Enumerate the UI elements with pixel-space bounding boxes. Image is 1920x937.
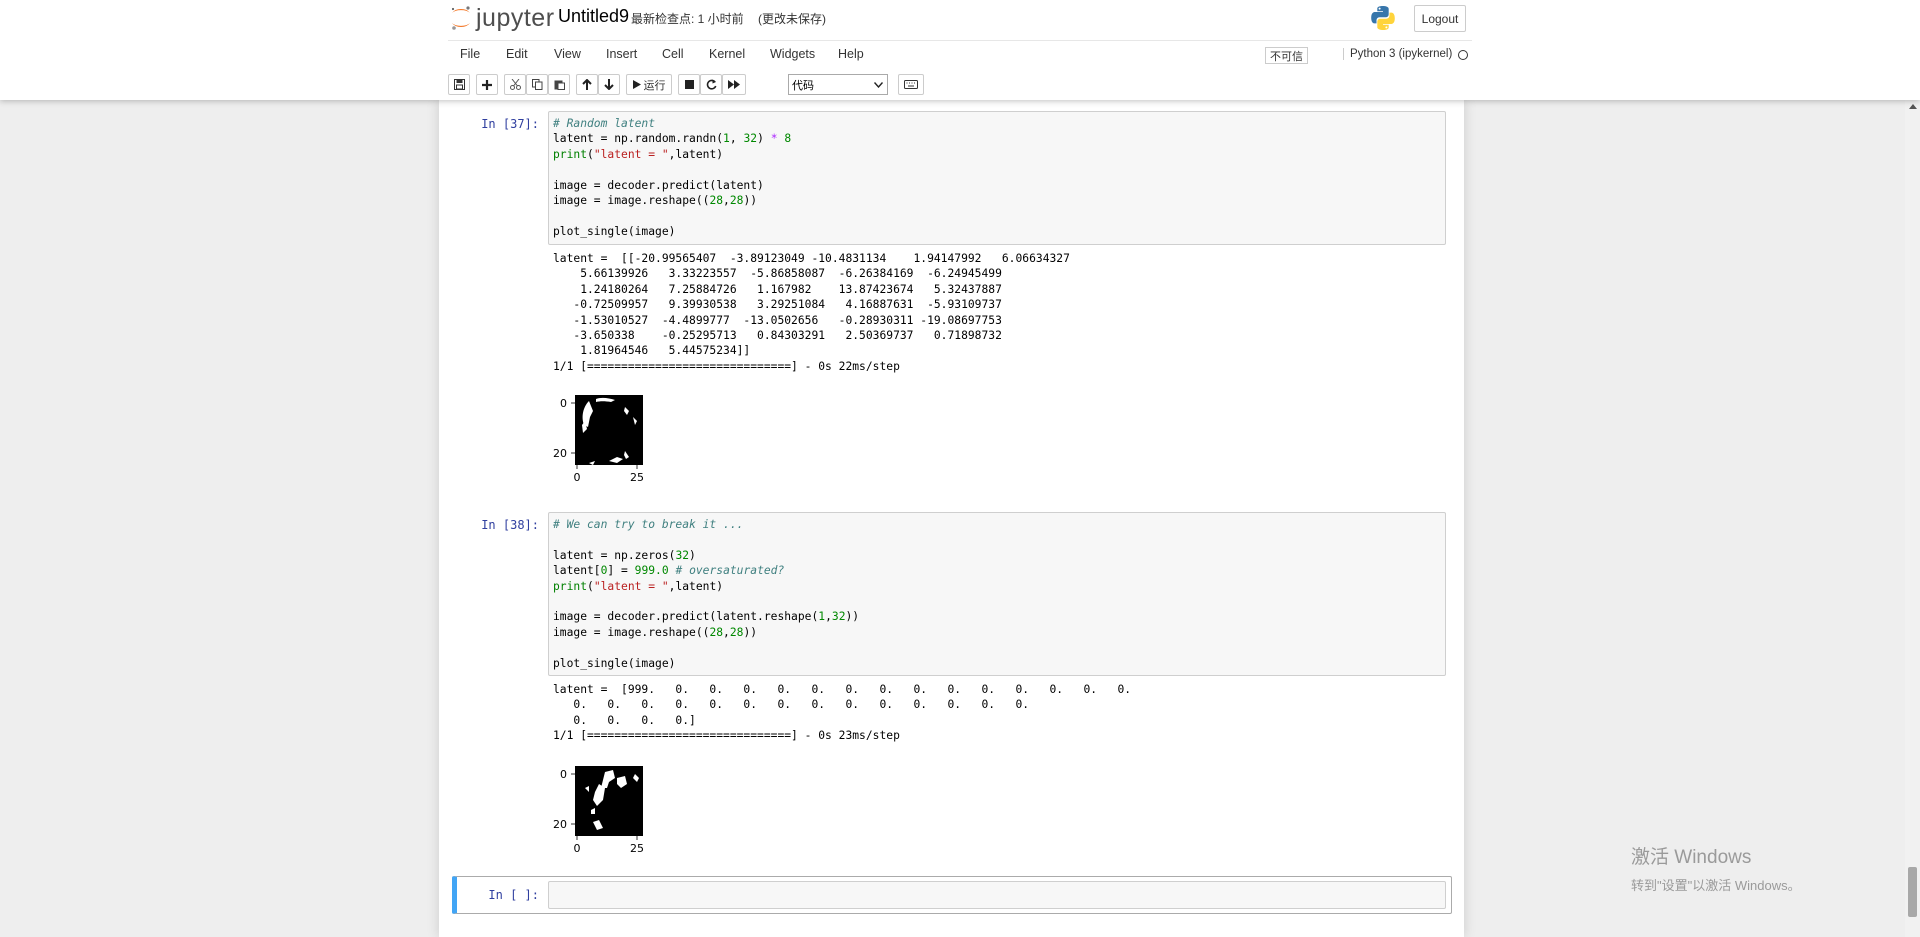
python-logo-icon <box>1371 6 1395 30</box>
x-tick-label: 0 <box>574 842 581 855</box>
cut-button[interactable] <box>504 74 526 95</box>
menu-view[interactable]: View <box>554 47 581 61</box>
windows-activation-watermark: 激活 Windows 转到"设置"以激活 Windows。 <box>1631 842 1801 894</box>
page-scrollbar[interactable] <box>1905 100 1920 937</box>
x-tick-label: 25 <box>630 471 643 484</box>
menu-cell[interactable]: Cell <box>662 47 684 61</box>
empty-code-cell-input[interactable] <box>548 881 1446 909</box>
cell-type-select[interactable]: 代码 <box>788 74 888 95</box>
run-label: 运行 <box>643 79 666 92</box>
interrupt-button[interactable] <box>678 74 700 95</box>
watermark-title: 激活 Windows <box>1631 847 1752 868</box>
y-tick-label: 0 <box>560 397 567 410</box>
restart-button[interactable] <box>700 74 722 95</box>
arrow-up-icon <box>582 79 592 90</box>
menu-widgets[interactable]: Widgets <box>770 47 815 61</box>
checkpoint-status: 最新检查点: 1 小时前 <box>631 12 744 26</box>
toolbar: 运行 代码 <box>448 72 1472 98</box>
y-tick-label: 0 <box>560 768 567 781</box>
command-palette-button[interactable] <box>898 74 924 95</box>
cell-output: latent = [999. 0. 0. 0. 0. 0. 0. 0. 0. 0… <box>553 683 1132 743</box>
plot-image: 0 20 0 25 <box>553 395 643 484</box>
notebook-name[interactable]: Untitled9 <box>558 6 629 27</box>
watermark-subtitle: 转到"设置"以激活 Windows。 <box>1631 878 1801 893</box>
menu-kernel[interactable]: Kernel <box>709 47 745 61</box>
menu-edit[interactable]: Edit <box>506 47 528 61</box>
code-cell-input[interactable]: # Random latent latent = np.random.randn… <box>548 111 1446 245</box>
kernel-idle-indicator-icon <box>1458 50 1468 60</box>
autosave-status: (更改未保存) <box>758 12 826 26</box>
chevron-down-icon <box>874 81 883 88</box>
keyboard-icon <box>904 80 918 89</box>
cell-prompt: In [38]: <box>481 518 539 532</box>
copy-icon <box>531 79 542 90</box>
save-icon <box>453 79 465 90</box>
paste-icon <box>554 80 565 90</box>
notebook-container: In [37]: # Random latent latent = np.ran… <box>439 100 1464 937</box>
kernel-name[interactable]: Python 3 (ipykernel) <box>1343 48 1452 60</box>
arrow-down-icon <box>604 79 614 90</box>
stop-icon <box>684 80 694 89</box>
restart-icon <box>706 79 716 90</box>
trust-button[interactable]: 不可信 <box>1265 47 1308 64</box>
jupyter-logo-icon <box>451 6 470 30</box>
cell-prompt: In [ ]: <box>488 888 539 902</box>
plus-icon <box>482 79 492 90</box>
copy-button[interactable] <box>526 74 548 95</box>
jupyter-logo-text: jupyter <box>476 3 555 32</box>
cut-icon <box>509 79 521 90</box>
cell-type-value: 代码 <box>792 79 814 92</box>
run-button[interactable]: 运行 <box>626 74 672 95</box>
scroll-up-icon[interactable] <box>1909 104 1917 109</box>
scroll-thumb[interactable] <box>1908 867 1917 917</box>
menubar: File Edit View Insert Cell Kernel Widget… <box>448 40 1472 68</box>
paste-button[interactable] <box>548 74 570 95</box>
y-tick-label: 20 <box>553 447 567 460</box>
code-cell-input[interactable]: # We can try to break it ... latent = np… <box>548 512 1446 676</box>
menu-insert[interactable]: Insert <box>606 47 637 61</box>
code-text: # We can try to break it ... latent = np… <box>553 518 860 670</box>
move-down-button[interactable] <box>598 74 620 95</box>
menu-file[interactable]: File <box>460 47 480 61</box>
save-button[interactable] <box>448 74 470 95</box>
restart-run-all-button[interactable] <box>722 74 746 95</box>
insert-cell-button[interactable] <box>476 74 498 95</box>
cell-output: latent = [[-20.99565407 -3.89123049 -10.… <box>553 252 1070 373</box>
x-tick-label: 0 <box>574 471 581 484</box>
menu-help[interactable]: Help <box>838 47 864 61</box>
move-up-button[interactable] <box>576 74 598 95</box>
x-tick-label: 25 <box>630 842 643 855</box>
logout-button[interactable]: Logout <box>1414 5 1466 32</box>
code-text: # Random latent latent = np.random.randn… <box>553 117 792 238</box>
fast-forward-icon <box>728 80 740 89</box>
jupyter-logo[interactable]: jupyter <box>450 4 555 32</box>
run-icon <box>632 80 641 89</box>
cell-prompt: In [37]: <box>481 117 539 131</box>
plot-image: 0 20 0 25 <box>553 766 643 855</box>
notebook-header: jupyter Untitled9 最新检查点: 1 小时前 (更改未保存) L… <box>0 0 1920 100</box>
y-tick-label: 20 <box>553 818 567 831</box>
